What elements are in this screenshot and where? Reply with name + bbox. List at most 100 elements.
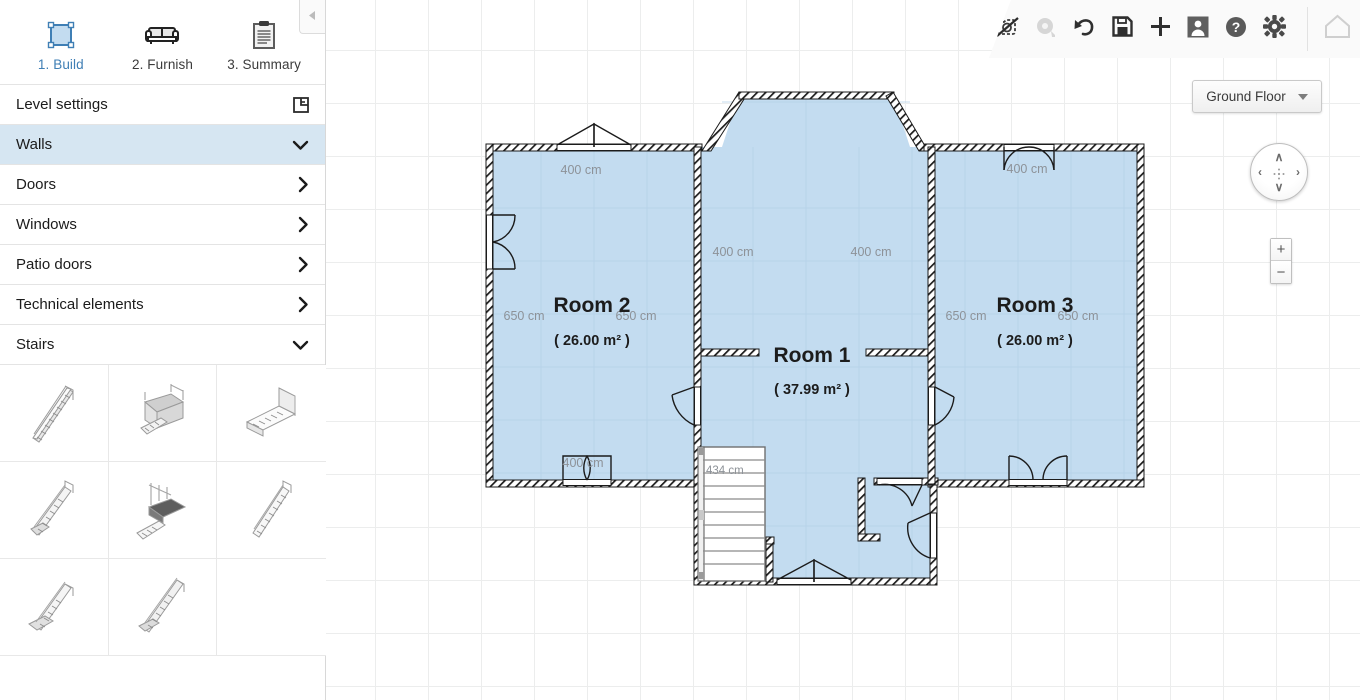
stair-l-turn-icon <box>245 387 296 437</box>
pan-up-button[interactable]: ∧ <box>1275 151 1284 163</box>
settings-gear-icon <box>1262 15 1286 43</box>
measure-button[interactable] <box>1027 8 1065 50</box>
stair-thumb-quarter-landing-1[interactable] <box>0 462 109 559</box>
stair-dimension-label: 434 cm <box>706 465 744 477</box>
floor-selector-value: Ground Floor <box>1206 89 1286 104</box>
sidebar: 1. Build 2. Furnish 3. Summary Level set… <box>0 0 326 700</box>
room-name-label: Room 2 <box>553 294 630 317</box>
chevron-down-icon <box>292 339 309 351</box>
account-button[interactable] <box>1179 8 1217 50</box>
clipboard-icon <box>252 19 276 51</box>
pan-center-icon[interactable] <box>1273 167 1285 180</box>
pan-down-button[interactable]: ∨ <box>1275 181 1284 193</box>
room-area-label: ( 26.00 m² ) <box>554 333 630 349</box>
menu-item-doors-label: Doors <box>16 176 57 193</box>
menu-item-windows[interactable]: Windows <box>0 205 325 245</box>
menu-item-patio-doors-label: Patio doors <box>16 256 92 273</box>
top-toolbar: ? <box>989 0 1360 58</box>
stair-half-landing-icon <box>136 483 187 540</box>
chevron-down-icon <box>292 139 309 151</box>
room-name-label: Room 3 <box>996 294 1073 317</box>
dimension-label: 400 cm <box>713 245 754 259</box>
stair-straight-icon <box>32 385 74 443</box>
undo-icon <box>1073 16 1096 42</box>
room-area-label: ( 37.99 m² ) <box>774 382 850 398</box>
zoom-controls: + − <box>1270 238 1292 284</box>
stair-u-turn-icon <box>140 384 185 435</box>
menu-item-patio-doors[interactable]: Patio doors <box>0 245 325 285</box>
tab-furnish-label: 2. Furnish <box>131 56 193 72</box>
save-button[interactable] <box>1103 8 1141 50</box>
stair-quarter-landing-2-icon <box>27 581 74 631</box>
home-button[interactable] <box>1318 8 1356 50</box>
svg-text:?: ? <box>1232 19 1241 35</box>
tab-furnish[interactable]: 2. Furnish <box>116 13 208 72</box>
settings-button[interactable] <box>1255 8 1293 50</box>
pan-right-button[interactable]: › <box>1296 166 1300 178</box>
dimension-label: 400 cm <box>1007 162 1048 176</box>
menu-item-level-settings-label: Level settings <box>16 96 108 113</box>
stair-thumb-quarter-landing-2[interactable] <box>0 559 109 656</box>
dimension-label: 400 cm <box>561 163 602 177</box>
chevron-right-icon <box>297 216 309 233</box>
save-icon <box>1111 16 1133 42</box>
sofa-icon <box>145 19 180 51</box>
account-icon <box>1187 16 1209 43</box>
dimension-label: 650 cm <box>946 309 987 323</box>
caret-down-icon <box>1297 88 1308 106</box>
sidebar-collapse-button[interactable] <box>299 0 325 34</box>
tab-build-label: 1. Build <box>37 56 84 72</box>
chevron-right-icon <box>297 176 309 193</box>
toolbar-separator <box>1307 7 1308 51</box>
stairs-catalog <box>0 365 326 656</box>
stair-quarter-landing-3-icon <box>138 577 185 633</box>
zoom-out-button[interactable]: − <box>1271 261 1291 283</box>
menu-item-stairs-label: Stairs <box>16 336 55 353</box>
stair-quarter-landing-icon <box>29 480 74 536</box>
menu-item-windows-label: Windows <box>16 216 77 233</box>
help-icon: ? <box>1225 16 1247 43</box>
stair-thumb-straight-2[interactable] <box>217 462 326 559</box>
stair-thumb-quarter-landing-3[interactable] <box>108 559 218 656</box>
tab-build[interactable]: 1. Build <box>15 13 107 72</box>
dimension-label: 650 cm <box>504 309 545 323</box>
measure-tape-icon <box>1034 16 1058 43</box>
stair-straight-2-icon <box>251 480 292 538</box>
level-settings-icon[interactable] <box>293 96 309 113</box>
home-icon <box>1324 14 1351 44</box>
zoom-in-button[interactable]: + <box>1271 239 1291 261</box>
menu-item-walls[interactable]: Walls <box>0 125 325 165</box>
stair-thumb-l-turn-1[interactable] <box>217 365 326 462</box>
build-menu: Level settings Walls Doors Windows Patio… <box>0 84 325 365</box>
collapse-left-icon <box>308 8 317 26</box>
chevron-right-icon <box>297 256 309 273</box>
menu-item-stairs[interactable]: Stairs <box>0 325 325 365</box>
tab-summary[interactable]: 3. Summary <box>218 13 310 72</box>
stair-thumb-u-turn-1[interactable] <box>108 365 218 462</box>
stair-thumb-empty-slot <box>217 559 326 656</box>
stair-thumb-straight-1[interactable] <box>0 365 109 462</box>
dimension-label: 400 cm <box>851 245 892 259</box>
room-fill-bay <box>722 95 910 147</box>
add-icon <box>1149 15 1172 43</box>
floor-selector[interactable]: Ground Floor <box>1192 80 1322 113</box>
chevron-right-icon <box>297 296 309 313</box>
help-button[interactable]: ? <box>1217 8 1255 50</box>
menu-item-level-settings[interactable]: Level settings <box>0 85 325 125</box>
undo-button[interactable] <box>1065 8 1103 50</box>
step-tabs: 1. Build 2. Furnish 3. Summary <box>0 0 325 84</box>
menu-item-walls-label: Walls <box>16 136 53 153</box>
app-root: 1. Build 2. Furnish 3. Summary Level set… <box>0 0 1360 700</box>
pan-control[interactable]: ∧ ∨ ‹ › <box>1250 143 1308 201</box>
pan-left-button[interactable]: ‹ <box>1258 166 1262 178</box>
menu-item-technical-elements[interactable]: Technical elements <box>0 285 325 325</box>
dimension-label: 400 cm <box>563 456 604 470</box>
add-button[interactable] <box>1141 8 1179 50</box>
stair-thumb-half-landing-1[interactable] <box>108 462 218 559</box>
menu-item-doors[interactable]: Doors <box>0 165 325 205</box>
room-name-label: Room 1 <box>773 344 850 367</box>
floorplan-canvas[interactable]: 400 cm 650 cm 650 cm 400 cm 400 cm 400 c… <box>326 0 1360 700</box>
menu-item-technical-elements-label: Technical elements <box>16 296 144 313</box>
room-area-label: ( 26.00 m² ) <box>997 333 1073 349</box>
tab-summary-label: 3. Summary <box>227 56 302 72</box>
